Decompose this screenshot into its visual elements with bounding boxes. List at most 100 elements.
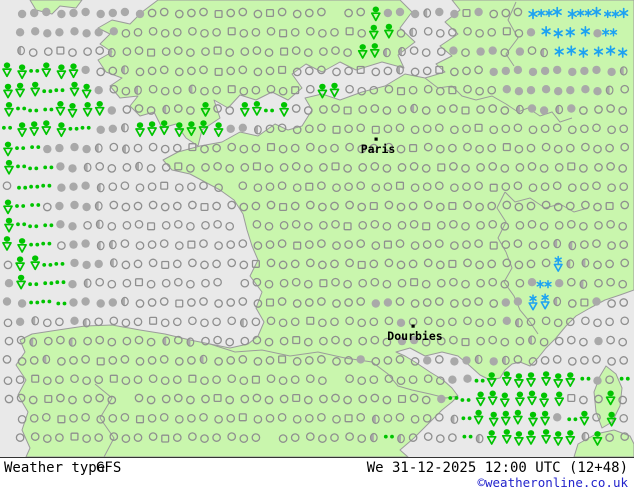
weather-symbol-overcast-filled-circle [108,298,117,307]
weather-symbol-overcast-filled-circle [56,162,65,171]
weather-symbol-overcast-filled-circle [70,258,79,268]
weather-symbol-overcast-filled-circle [594,336,603,346]
weather-symbol-overcast-filled-circle [526,86,536,95]
copyright-link[interactable]: ©weatheronline.co.uk [477,475,628,490]
weather-symbol-overcast-filled-circle [70,316,79,325]
weather-symbol-overcast-filled-circle [17,299,27,308]
weather-symbol-overcast-filled-circle [593,376,602,385]
weather-symbol-overcast-filled-circle [566,86,575,95]
weather-symbol-overcast-filled-circle [69,8,78,18]
weather-symbol-overcast-filled-circle [448,375,457,384]
weather-symbol-overcast-filled-circle [476,47,485,56]
weather-symbol-overcast-filled-circle [383,298,393,307]
weather-symbol-overcast-filled-circle [568,67,577,77]
weather-symbol-overcast-filled-circle [527,278,537,287]
weather-symbol-overcast-filled-circle [540,66,550,76]
map-canvas: Paris Dourbies [0,0,634,457]
weather-type-label: Weather type [4,460,106,476]
weather-symbol-overcast-filled-circle [555,279,564,288]
weather-symbol-overcast-filled-circle [526,28,536,37]
weather-symbol-overcast-filled-circle [109,27,118,36]
weather-symbol-overcast-filled-circle [462,356,471,365]
weather-symbol-overcast-filled-circle [489,67,498,77]
weather-symbol-overcast-filled-circle [69,182,78,191]
weather-symbol-overcast-filled-circle [553,413,562,422]
weather-symbol-overcast-filled-circle [43,29,52,38]
weather-symbol-overcast-filled-circle [515,47,525,56]
weather-symbol-overcast-filled-circle [81,181,90,190]
weather-symbol-overcast-filled-circle [68,164,77,173]
weather-symbol-overcast-filled-circle [43,144,52,154]
weather-symbol-overcast-filled-circle [31,27,40,36]
weather-symbol-overcast-filled-circle [56,220,65,229]
weather-symbol-overcast-filled-circle [81,7,90,17]
weather-symbol-overcast-filled-circle [567,104,576,113]
weather-symbol-overcast-filled-circle [70,142,79,152]
weather-symbol-overcast-filled-circle [120,7,130,17]
weather-symbol-overcast-filled-circle [108,124,117,133]
weather-symbol-overcast-filled-circle [69,298,78,307]
weather-symbol-overcast-filled-circle [57,183,66,192]
weather-symbol-overcast-filled-circle [70,200,79,210]
weather-symbol-overcast-filled-circle [553,65,562,75]
weather-symbol-overcast-filled-circle [488,46,497,55]
weather-symbol-overcast-filled-circle [410,9,420,19]
weather-symbol-overcast-filled-circle [68,222,77,231]
weather-symbol-overcast-filled-circle [108,8,117,18]
weather-symbol-overcast-filled-circle [450,357,459,366]
weather-symbol-overcast-filled-circle [81,297,90,306]
weather-symbol-overcast-filled-circle [82,29,91,38]
weather-symbol-overcast-filled-circle [69,240,78,249]
weather-symbol-overcast-filled-circle [449,46,458,55]
weather-symbol-overcast-filled-circle [437,394,446,404]
weather-symbol-overcast-filled-circle [502,85,511,94]
weather-symbol-overcast-filled-circle [15,317,25,326]
weather-symbol-overcast-filled-circle [55,201,64,211]
weather-symbol-overcast-filled-circle [528,67,538,77]
weather-symbol-overcast-filled-circle [554,87,563,96]
weather-symbol-overcast-filled-circle [395,7,405,17]
weather-symbol-overcast-filled-circle [96,9,105,19]
weather-symbol-overcast-filled-circle [527,104,537,113]
weather-symbol-overcast-filled-circle [501,298,510,307]
weather-symbol-overcast-filled-circle [592,65,601,75]
footer-bar: Weather type GFS We 31-12-2025 12:00 UTC… [0,458,634,490]
weather-symbol-overcast-filled-circle [30,8,39,18]
weather-symbol-overcast-filled-circle [501,66,510,76]
weather-symbol-overcast-filled-circle [55,28,64,37]
weather-symbol-overcast-filled-circle [55,143,64,153]
weather-symbol-overcast-filled-circle [82,260,91,270]
weather-symbol-overcast-filled-circle [94,86,103,95]
weather-map: Paris Dourbies [0,0,634,458]
datetime-label: We 31-12-2025 12:00 UTC (12+48) [366,460,628,476]
weather-symbol-overcast-filled-circle [2,297,12,306]
weather-symbol-overcast-filled-circle [238,123,247,132]
weather-symbol-overcast-filled-circle [135,9,145,19]
weather-symbol-overcast-filled-circle [539,106,549,115]
weather-symbol-overcast-filled-circle [96,125,105,134]
weather-symbol-overcast-filled-circle [513,297,523,306]
weather-symbol-overcast-filled-circle [450,9,459,19]
weather-symbol-overcast-filled-circle [514,87,524,96]
weather-symbol-overcast-filled-circle [4,279,14,288]
weather-symbol-overcast-filled-circle [96,299,105,308]
weather-symbol-overcast-filled-circle [423,356,432,365]
weather-map-page: Paris Dourbies Weather type GFS We 31-12-… [0,0,634,490]
weather-symbol-overcast-filled-circle [593,29,602,38]
weather-symbol-overcast-filled-circle [489,357,498,366]
weather-symbol-overcast-filled-circle [81,65,90,75]
weather-symbol-overcast-filled-circle [94,28,103,37]
weather-symbol-overcast-filled-circle [107,106,116,115]
weather-symbol-overcast-filled-circle [82,144,91,154]
weather-symbol-overcast-filled-circle [541,85,551,94]
weather-symbol-overcast-filled-circle [371,299,380,308]
model-label: GFS [96,460,122,476]
weather-symbol-overcast-filled-circle [94,259,103,269]
weather-symbol-overcast-filled-circle [513,65,523,75]
weather-symbol-overcast-filled-circle [580,66,589,76]
weather-symbol-overcast-filled-circle [226,124,235,133]
weather-symbol-overcast-filled-circle [592,297,601,306]
weather-symbol-overcast-filled-circle [581,85,590,94]
weather-symbol-overcast-filled-circle [81,239,90,248]
city-label-text: Dourbies [387,329,442,343]
